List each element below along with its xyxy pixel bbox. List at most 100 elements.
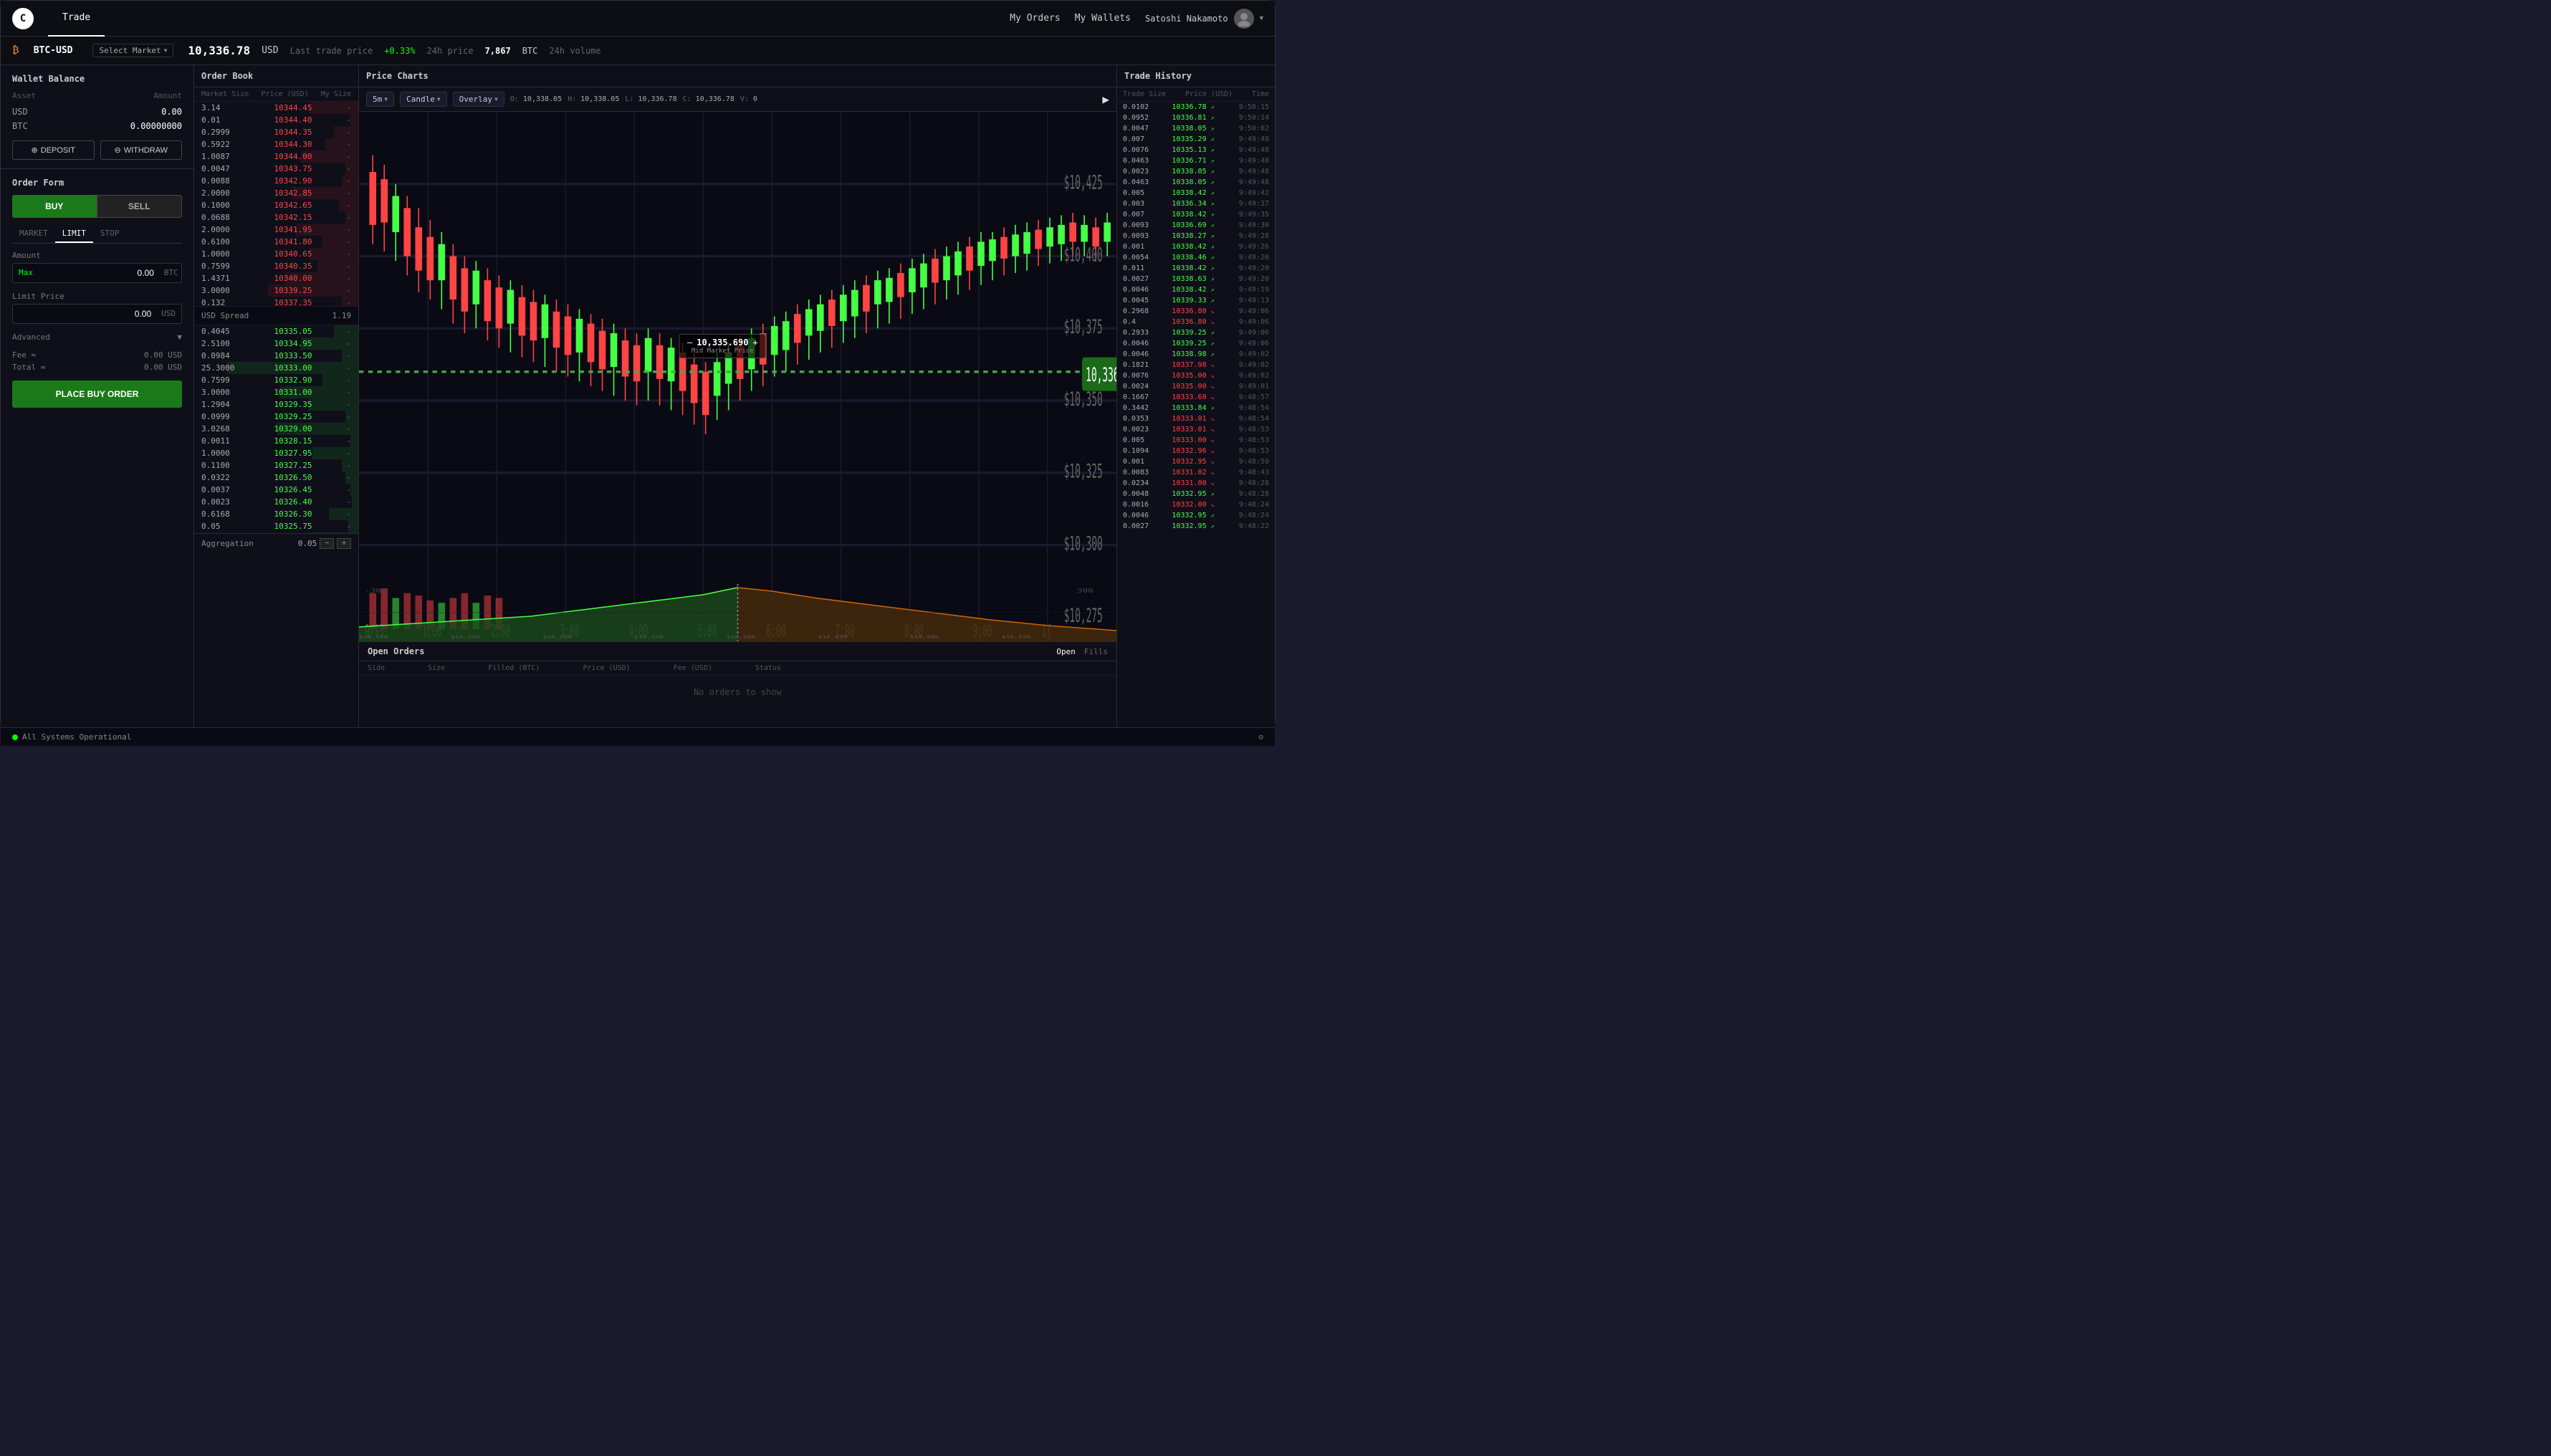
timeframe-select[interactable]: 5m ▼: [366, 92, 394, 107]
oo-side-header: Side: [368, 664, 385, 672]
limit-tab[interactable]: LIMIT: [55, 225, 93, 243]
bid-row[interactable]: 0.0984 10333.50 -: [194, 350, 358, 362]
ask-row[interactable]: 3.14 10344.45 -: [194, 102, 358, 114]
select-market-btn[interactable]: Select Market ▼: [92, 44, 173, 57]
dropdown-arrow-icon: ▼: [164, 47, 168, 54]
bid-row[interactable]: 0.4045 10335.05 -: [194, 325, 358, 337]
spread-row: USD Spread 1.19: [194, 306, 358, 325]
bid-row[interactable]: 0.0011 10328.15 -: [194, 435, 358, 447]
trade-row: 0.0027 10338.63 ↗ 9:49:20: [1117, 274, 1275, 284]
order-type-tabs: MARKET LIMIT STOP: [12, 225, 182, 244]
ohlcv-h: H: 10,338.05: [568, 95, 619, 103]
ask-row[interactable]: 0.0688 10342.15 -: [194, 211, 358, 224]
bid-row[interactable]: 0.0023 10326.40 -: [194, 496, 358, 508]
sub-header: ₿ BTC-USD Select Market ▼ 10,336.78 USD …: [1, 37, 1275, 65]
ask-row[interactable]: 1.0087 10344.00 -: [194, 150, 358, 163]
amount-unit: BTC: [158, 264, 184, 282]
place-order-btn[interactable]: PLACE BUY ORDER: [12, 380, 182, 408]
mid-price-overlay: — 10,335.690 + Mid Market Price: [679, 334, 766, 358]
agg-minus-btn[interactable]: −: [320, 538, 334, 549]
bid-row[interactable]: 0.0322 10326.50 -: [194, 471, 358, 484]
market-tab[interactable]: MARKET: [12, 225, 55, 243]
amount-input[interactable]: [39, 264, 158, 282]
ask-row[interactable]: 0.2999 10344.35 -: [194, 126, 358, 138]
amount-group: Amount Max BTC: [12, 251, 182, 283]
nav-tab-trade[interactable]: Trade: [48, 1, 105, 37]
chart-type-select[interactable]: Candle ▼: [400, 92, 447, 107]
trade-row: 0.0083 10331.02 ↘ 9:48:43: [1117, 467, 1275, 478]
trade-row: 0.0047 10338.05 ↗ 9:50:02: [1117, 123, 1275, 134]
bid-row[interactable]: 1.0000 10325.45 -: [194, 532, 358, 533]
ask-row[interactable]: 2.0000 10341.95 -: [194, 224, 358, 236]
trade-history-rows: 0.0102 10336.78 ↗ 9:50:15 0.0952 10336.8…: [1117, 102, 1275, 532]
trade-row: 0.0102 10336.78 ↗ 9:50:15: [1117, 102, 1275, 112]
trade-row: 0.4 10336.80 ↘ 9:49:06: [1117, 317, 1275, 327]
ask-row[interactable]: 1.4371 10340.00 -: [194, 272, 358, 284]
bid-row[interactable]: 3.0268 10329.00 -: [194, 423, 358, 435]
withdraw-btn[interactable]: ⊖ WITHDRAW: [100, 140, 183, 160]
my-orders-btn[interactable]: My Orders: [1010, 13, 1060, 24]
bid-row[interactable]: 0.7599 10332.90 -: [194, 374, 358, 386]
app-logo[interactable]: C: [12, 8, 34, 29]
bid-row[interactable]: 3.0000 10331.00 -: [194, 386, 358, 398]
bid-row[interactable]: 2.5100 10334.95 -: [194, 337, 358, 350]
ask-row[interactable]: 1.0000 10340.65 -: [194, 248, 358, 260]
advanced-row[interactable]: Advanced ▼: [12, 332, 182, 342]
spread-label: USD Spread: [201, 311, 249, 320]
agg-plus-btn[interactable]: +: [337, 538, 351, 549]
buy-sell-tabs: BUY SELL: [12, 195, 182, 218]
ask-row[interactable]: 2.0000 10342.85 -: [194, 187, 358, 199]
ask-row[interactable]: 3.0000 10339.25 -: [194, 284, 358, 297]
stop-tab[interactable]: STOP: [93, 225, 127, 243]
bid-row[interactable]: 0.05 10325.75 -: [194, 520, 358, 532]
fills-tab[interactable]: Fills: [1084, 647, 1108, 656]
trade-row: 0.007 10335.29 ↗ 9:49:48: [1117, 134, 1275, 145]
settings-icon[interactable]: ⚙: [1258, 732, 1263, 742]
bid-row[interactable]: 1.0000 10327.95 -: [194, 447, 358, 459]
th-time-header: Time: [1252, 90, 1269, 98]
svg-text:$10,280: $10,280: [542, 635, 572, 640]
ask-row[interactable]: 0.1000 10342.65 -: [194, 199, 358, 211]
my-wallets-btn[interactable]: My Wallets: [1075, 13, 1131, 24]
chart-nav-forward[interactable]: ▶: [1102, 92, 1109, 106]
depth-chart-svg: -300 300 $10,180 $10,230 $10,280 $10,330…: [359, 584, 1116, 641]
candlestick-chart[interactable]: 10,336.78 $10,425 $10,400 $10,375 $10,35…: [359, 112, 1116, 641]
deposit-btn[interactable]: ⊕ DEPOSIT: [12, 140, 95, 160]
amount-input-row: Max BTC: [12, 263, 182, 283]
sell-tab[interactable]: SELL: [97, 195, 183, 218]
last-price-label: Last trade price: [290, 46, 373, 56]
bid-rows: 0.4045 10335.05 - 2.5100 10334.95 - 0.09…: [194, 325, 358, 533]
max-label[interactable]: Max: [13, 264, 39, 282]
bid-row[interactable]: 0.1100 10327.25 -: [194, 459, 358, 471]
bid-row[interactable]: 0.6168 10326.30 -: [194, 508, 358, 520]
status-bar: All Systems Operational ⚙: [1, 727, 1275, 746]
ask-row[interactable]: 0.6100 10341.80 -: [194, 236, 358, 248]
svg-text:$10,480: $10,480: [910, 635, 939, 640]
system-status: All Systems Operational: [12, 732, 131, 742]
bid-row[interactable]: 25.3000 10333.00 -: [194, 362, 358, 374]
user-menu[interactable]: Satoshi Nakamoto ▼: [1145, 9, 1263, 29]
ohlcv-v: V: 0: [740, 95, 757, 103]
bid-row[interactable]: 0.0999 10329.25 -: [194, 411, 358, 423]
ask-row[interactable]: 0.7599 10340.35 -: [194, 260, 358, 272]
overlay-select[interactable]: Overlay ▼: [453, 92, 504, 107]
trade-row: 0.005 10333.00 ↘ 9:48:53: [1117, 435, 1275, 446]
bid-row[interactable]: 1.2904 10329.35 -: [194, 398, 358, 411]
chart-header: 5m ▼ Candle ▼ Overlay ▼ O: 10,338.05 H: …: [359, 87, 1116, 112]
limit-price-input[interactable]: [13, 305, 155, 323]
ask-row[interactable]: 0.01 10344.40 -: [194, 114, 358, 126]
open-tab[interactable]: Open: [1056, 647, 1076, 656]
limit-price-input-row: USD: [12, 304, 182, 324]
bid-row[interactable]: 0.0037 10326.45 -: [194, 484, 358, 496]
amount-col-header: Amount: [153, 91, 182, 100]
ask-row[interactable]: 0.132 10337.35 -: [194, 297, 358, 306]
buy-tab[interactable]: BUY: [12, 195, 97, 218]
plus-icon: ⊕: [31, 145, 37, 155]
svg-text:-300: -300: [365, 588, 387, 595]
ask-row[interactable]: 0.0088 10342.90 -: [194, 175, 358, 187]
ask-row[interactable]: 0.0047 10343.75 -: [194, 163, 358, 175]
trade-history-title: Trade History: [1117, 65, 1275, 87]
svg-text:$10,530: $10,530: [1002, 635, 1031, 640]
ov-arrow-icon: ▼: [494, 96, 498, 102]
ask-row[interactable]: 0.5922 10344.30 -: [194, 138, 358, 150]
